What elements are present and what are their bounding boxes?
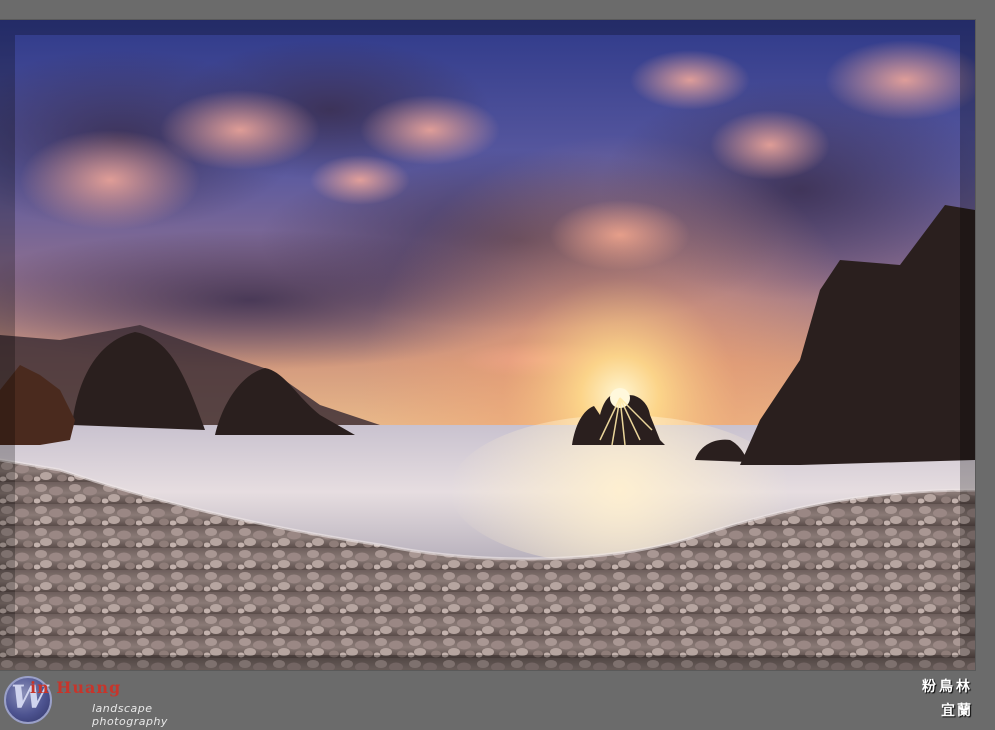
seascape-image xyxy=(0,20,975,670)
photo xyxy=(0,20,975,670)
watermark-logo: W in Huang landscape photography xyxy=(2,672,212,730)
caption-region: 宜蘭 xyxy=(941,703,973,719)
location-caption: 粉鳥林 宜蘭 xyxy=(922,676,973,720)
caption-place: 粉鳥林 xyxy=(922,679,973,695)
logo-brand: in Huang xyxy=(30,678,122,697)
logo-tagline: landscape photography xyxy=(92,702,168,728)
